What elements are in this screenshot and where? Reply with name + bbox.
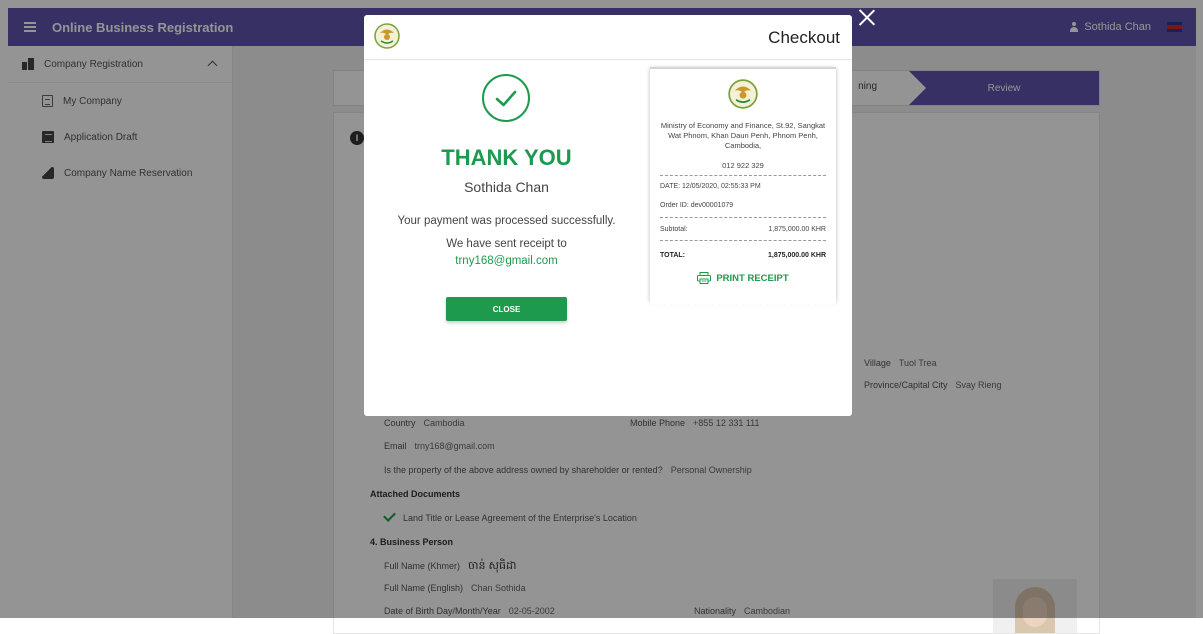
receipt-divider — [660, 175, 826, 176]
success-check-icon — [482, 74, 530, 122]
payment-success-message: Your payment was processed successfully. — [397, 215, 616, 227]
customer-name: Sothida Chan — [464, 179, 549, 195]
receipt-phone: 012 922 329 — [722, 161, 764, 170]
ministry-logo-icon — [374, 23, 400, 49]
receipt-panel: Ministry of Economy and Finance, St.92, … — [650, 67, 836, 305]
receipt-divider — [660, 240, 826, 241]
modal-header: Checkout — [364, 15, 852, 60]
subtotal-value: 1,875,000.00 KHR — [768, 226, 826, 233]
receipt-email: trny168@gmail.com — [455, 255, 558, 267]
total-value: 1,875,000.00 KHR — [768, 252, 826, 259]
print-receipt-button[interactable]: PRINT RECEIPT — [650, 272, 836, 284]
receipt-order-id: Order ID: dev00001079 — [660, 202, 826, 209]
thank-you-heading: THANK YOU — [441, 145, 572, 170]
receipt-address: Ministry of Economy and Finance, St.92, … — [660, 121, 826, 150]
receipt-date: DATE: 12/05/2020, 02:55:33 PM — [660, 183, 826, 190]
close-button[interactable]: CLOSE — [446, 297, 567, 321]
close-icon[interactable] — [858, 8, 876, 26]
receipt-subtotal-row: Subtotal: 1,875,000.00 KHR — [660, 226, 826, 233]
print-receipt-label: PRINT RECEIPT — [716, 272, 789, 284]
receipt-sent-message: We have sent receipt to — [446, 238, 567, 250]
receipt-torn-edge — [650, 299, 836, 305]
checkout-modal: Checkout THANK YOU Sothida Chan Your pay… — [364, 15, 852, 416]
receipt-date-text: DATE: 12/05/2020, 02:55:33 PM — [660, 183, 761, 190]
receipt-total-row: TOTAL: 1,875,000.00 KHR — [660, 252, 826, 259]
modal-title: Checkout — [768, 28, 840, 47]
ministry-logo-icon — [728, 79, 758, 109]
receipt-divider — [660, 217, 826, 218]
receipt-order-id-text: Order ID: dev00001079 — [660, 202, 734, 209]
printer-icon — [697, 272, 712, 284]
total-label: TOTAL: — [660, 252, 686, 259]
subtotal-label: Subtotal: — [660, 226, 688, 233]
